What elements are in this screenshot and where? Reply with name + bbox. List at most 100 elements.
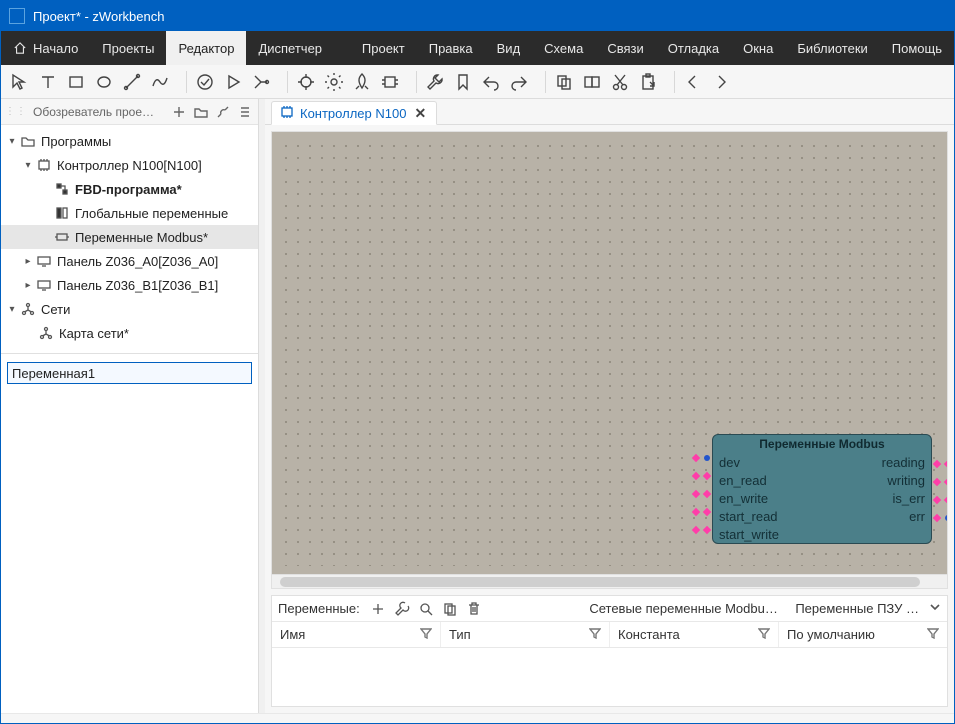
tool-undo[interactable] xyxy=(478,69,504,95)
toolbar-separator xyxy=(674,71,675,93)
grid-col-const[interactable]: Константа xyxy=(610,622,779,647)
sidebar: ⋮⋮ Обозреватель прое… ▾ Программы ▾ Конт… xyxy=(1,99,259,713)
menu-edit[interactable]: Правка xyxy=(417,31,485,65)
tool-rect[interactable] xyxy=(63,69,89,95)
chevron-down-icon[interactable] xyxy=(929,601,941,616)
chevron-right-icon[interactable]: ▸ xyxy=(21,256,35,267)
port-label: is_err xyxy=(892,491,925,506)
tool-target[interactable] xyxy=(293,69,319,95)
tool-module[interactable] xyxy=(377,69,403,95)
tree-row-panel-b[interactable]: ▸ Панель Z036_B1[Z036_B1] xyxy=(1,273,258,297)
tool-run[interactable] xyxy=(220,69,246,95)
tool-line[interactable] xyxy=(119,69,145,95)
sidebar-add-button[interactable] xyxy=(170,103,188,121)
grid-col-name[interactable]: Имя xyxy=(272,622,441,647)
tree-row-controller[interactable]: ▾ Контроллер N100[N100] xyxy=(1,153,258,177)
vars-edit-button[interactable] xyxy=(392,599,412,619)
drag-handle-icon[interactable]: ⋮⋮ xyxy=(5,106,27,117)
vars-link-pzu[interactable]: Переменные ПЗУ … xyxy=(795,601,919,616)
tool-duplicate[interactable] xyxy=(579,69,605,95)
block-right-ports: reading writing is_err err xyxy=(882,455,925,539)
menu-windows[interactable]: Окна xyxy=(731,31,785,65)
network-icon xyxy=(19,302,37,316)
port-pin[interactable] xyxy=(944,478,947,486)
filter-icon[interactable] xyxy=(758,627,770,642)
tree-row-netmap[interactable]: Карта сети* xyxy=(1,321,258,345)
tree-label: Контроллер N100[N100] xyxy=(57,158,202,173)
chevron-down-icon[interactable]: ▾ xyxy=(5,136,19,147)
vars-copy-button[interactable] xyxy=(440,599,460,619)
tool-step[interactable] xyxy=(248,69,274,95)
horizontal-scrollbar[interactable] xyxy=(272,574,947,588)
menu-debug[interactable]: Отладка xyxy=(656,31,731,65)
menu-view[interactable]: Вид xyxy=(485,31,533,65)
scrollbar-thumb[interactable] xyxy=(280,577,920,587)
tool-rocket[interactable] xyxy=(349,69,375,95)
menu-libraries[interactable]: Библиотеки xyxy=(785,31,879,65)
filter-icon[interactable] xyxy=(927,627,939,642)
tree-row-modbus[interactable]: Переменные Modbus* xyxy=(1,225,258,249)
modbus-block[interactable]: Переменные Modbus dev en_read en_write s… xyxy=(712,434,932,544)
chevron-down-icon[interactable]: ▾ xyxy=(21,160,35,171)
chevron-right-icon[interactable]: ▸ xyxy=(21,280,35,291)
port-pin[interactable] xyxy=(944,496,947,504)
tree-row-globals[interactable]: Глобальные переменные xyxy=(1,201,258,225)
menu-home[interactable]: Начало xyxy=(1,31,90,65)
tree-label: Панель Z036_A0[Z036_A0] xyxy=(57,254,218,269)
variable-name-input[interactable] xyxy=(7,362,252,384)
menu-editor[interactable]: Редактор xyxy=(166,31,246,65)
filter-icon[interactable] xyxy=(420,627,432,642)
menu-schema[interactable]: Схема xyxy=(532,31,595,65)
menu-project[interactable]: Проект xyxy=(350,31,417,65)
tool-pointer[interactable] xyxy=(7,69,33,95)
editor-canvas[interactable]: Переменные Modbus dev en_read en_write s… xyxy=(272,132,947,574)
port-pin[interactable] xyxy=(944,460,947,468)
vars-add-button[interactable] xyxy=(368,599,388,619)
tool-nav-forward[interactable] xyxy=(708,69,734,95)
menu-projects[interactable]: Проекты xyxy=(90,31,166,65)
sidebar-folder-button[interactable] xyxy=(192,103,210,121)
tree-label: Программы xyxy=(41,134,111,149)
tool-copy[interactable] xyxy=(551,69,577,95)
tool-check[interactable] xyxy=(192,69,218,95)
vars-delete-button[interactable] xyxy=(464,599,484,619)
tool-text[interactable] xyxy=(35,69,61,95)
vars-link-modbus-slave[interactable]: Сетевые переменные Modbus slave … xyxy=(589,601,779,616)
tool-ellipse[interactable] xyxy=(91,69,117,95)
tool-freeform[interactable] xyxy=(147,69,173,95)
grid-col-default[interactable]: По умолчанию xyxy=(779,622,947,647)
variables-panel: Переменные: Сетевые переменные Modbus sl… xyxy=(271,595,948,707)
sidebar-collapse-button[interactable] xyxy=(236,103,254,121)
port-label: err xyxy=(909,509,925,524)
tab-close-button[interactable]: ✕ xyxy=(412,105,428,122)
tool-nav-back[interactable] xyxy=(680,69,706,95)
filter-icon[interactable] xyxy=(589,627,601,642)
tool-paste[interactable] xyxy=(635,69,661,95)
tool-redo[interactable] xyxy=(506,69,532,95)
variables-icon xyxy=(53,206,71,220)
port-label: start_write xyxy=(719,527,779,542)
tool-gear[interactable] xyxy=(321,69,347,95)
tree-row-networks[interactable]: ▾ Сети xyxy=(1,297,258,321)
tree-row-fbd[interactable]: FBD-программа* xyxy=(1,177,258,201)
project-tree: ▾ Программы ▾ Контроллер N100[N100] FBD-… xyxy=(1,125,258,353)
vars-search-button[interactable] xyxy=(416,599,436,619)
tool-wrench[interactable] xyxy=(422,69,448,95)
window-title: Проект* - zWorkbench xyxy=(33,9,164,24)
tab-controller[interactable]: Контроллер N100 ✕ xyxy=(271,101,437,125)
menubar: Начало Проекты Редактор Диспетчер Проект… xyxy=(1,31,954,65)
canvas-wrap: Переменные Modbus dev en_read en_write s… xyxy=(271,131,948,589)
grid-col-type[interactable]: Тип xyxy=(441,622,610,647)
menu-dispatcher[interactable]: Диспетчер xyxy=(246,31,334,65)
sidebar-link-button[interactable] xyxy=(214,103,232,121)
tool-bookmark[interactable] xyxy=(450,69,476,95)
tree-row-programs[interactable]: ▾ Программы xyxy=(1,129,258,153)
tool-cut[interactable] xyxy=(607,69,633,95)
menu-help[interactable]: Помощь xyxy=(880,31,954,65)
tab-label: Контроллер N100 xyxy=(300,106,406,121)
port-pin[interactable] xyxy=(704,455,710,461)
menu-links[interactable]: Связи xyxy=(595,31,655,65)
tree-row-panel-a[interactable]: ▸ Панель Z036_A0[Z036_A0] xyxy=(1,249,258,273)
chevron-down-icon[interactable]: ▾ xyxy=(5,304,19,315)
port-pin[interactable] xyxy=(945,515,947,521)
